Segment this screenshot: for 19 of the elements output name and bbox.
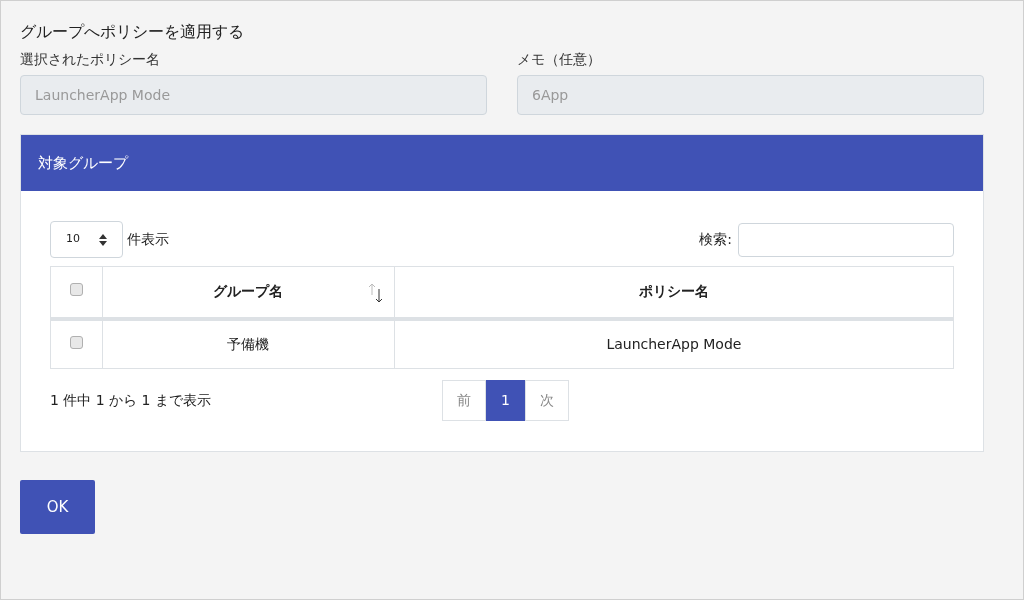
page-length-label: 件表示 — [127, 230, 169, 249]
search-field[interactable] — [738, 222, 954, 257]
field-label: 選択されたポリシー名 — [20, 50, 161, 69]
panel-header: 対象グループ — [21, 135, 983, 191]
column-header[interactable]: ポリシー名 — [638, 283, 709, 300]
checkbox[interactable] — [70, 283, 83, 297]
ok-button[interactable]: OK — [20, 480, 95, 534]
sort-icon[interactable] — [367, 283, 384, 303]
column-header[interactable]: グループ名 — [213, 283, 284, 300]
search-label: 検索: — [699, 230, 732, 249]
sort-caret-icon — [99, 233, 107, 246]
field-label: メモ（任意） — [517, 50, 602, 69]
table-cell: LauncherApp Mode — [394, 318, 954, 369]
page-button[interactable]: 1 — [486, 380, 525, 421]
checkbox[interactable] — [70, 335, 83, 349]
table-info: 1 件中 1 から 1 まで表示 — [50, 391, 212, 410]
dialog-title: グループへポリシーを適用する — [20, 21, 245, 43]
page-length-select[interactable]: 10 — [50, 221, 123, 258]
table-cell: 予備機 — [102, 318, 395, 369]
